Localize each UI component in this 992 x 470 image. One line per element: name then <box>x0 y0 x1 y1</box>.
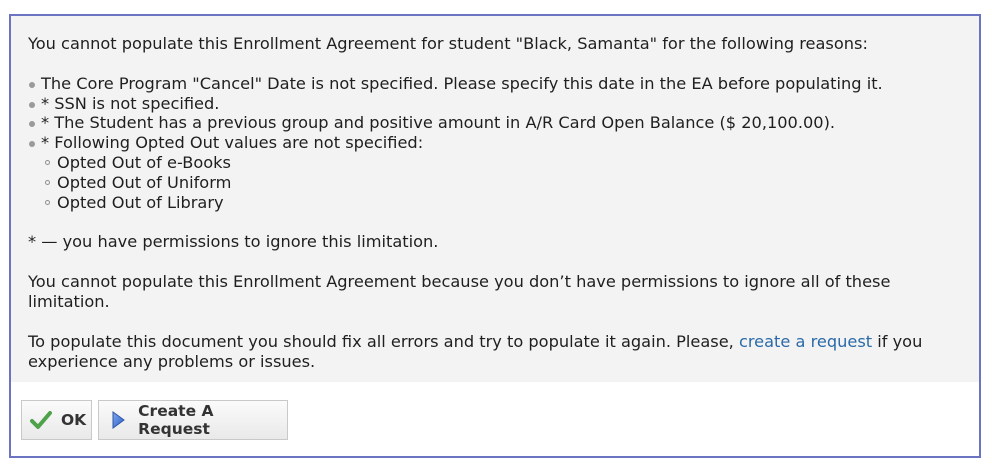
footnote-text: * — you have permissions to ignore this … <box>28 232 439 252</box>
no-permission-text: You cannot populate this Enrollment Agre… <box>28 272 891 311</box>
play-arrow-icon <box>107 408 129 432</box>
create-request-button[interactable]: Create A Request <box>98 400 288 440</box>
opted-out-item: Opted Out of e-Books <box>41 153 963 173</box>
reason-item: The Core Program "Cancel" Date is not sp… <box>28 74 963 94</box>
create-request-button-label: Create A Request <box>138 402 214 438</box>
error-dialog: You cannot populate this Enrollment Agre… <box>9 14 981 458</box>
opted-out-item: Opted Out of Uniform <box>41 173 963 193</box>
reasons-list: The Core Program "Cancel" Date is not sp… <box>28 74 963 213</box>
dialog-message: You cannot populate this Enrollment Agre… <box>11 16 979 384</box>
reason-item: * SSN is not specified. <box>28 94 963 114</box>
reason-item: * The Student has a previous group and p… <box>28 113 963 133</box>
reason-item-label: * Following Opted Out values are not spe… <box>41 133 424 153</box>
checkmark-icon <box>30 408 52 432</box>
ok-button[interactable]: OK <box>21 400 92 440</box>
create-request-link[interactable]: create a request <box>739 332 872 351</box>
opted-out-item: Opted Out of Library <box>41 193 963 213</box>
dialog-footer: OK Create A Request <box>11 382 979 456</box>
reason-item-opted-out: * Following Opted Out values are not spe… <box>28 133 963 212</box>
intro-text: You cannot populate this Enrollment Agre… <box>28 34 868 53</box>
opted-out-list: Opted Out of e-Books Opted Out of Unifor… <box>41 153 963 212</box>
fix-instructions: To populate this document you should fix… <box>28 332 963 372</box>
ok-button-label: OK <box>61 411 87 429</box>
fix-prefix-text: To populate this document you should fix… <box>28 331 739 351</box>
